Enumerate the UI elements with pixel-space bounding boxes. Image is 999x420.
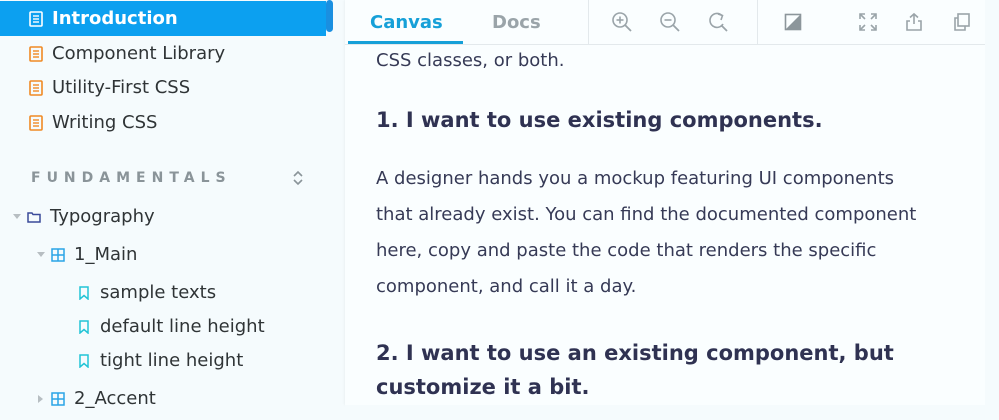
reset-zoom-icon[interactable] xyxy=(701,5,735,39)
sidebar-item-component-library[interactable]: Component Library xyxy=(0,36,225,71)
preview-panel: Canvas Docs CSS classes, or both. 1. I w… xyxy=(345,0,985,405)
zoom-in-icon[interactable] xyxy=(605,5,639,39)
right-gutter xyxy=(985,0,999,420)
expand-collapse-icon[interactable] xyxy=(289,167,307,189)
tree-item-label: Typography xyxy=(50,206,155,227)
paragraph-line: that already exist. You can find the doc… xyxy=(376,204,917,225)
folder-icon xyxy=(26,208,42,226)
sidebar-item-utility-first-css[interactable]: Utility-First CSS xyxy=(0,70,190,105)
paragraph-tail: CSS classes, or both. xyxy=(376,50,565,71)
document-icon xyxy=(28,114,44,132)
story-item-label: default line height xyxy=(100,316,265,337)
bookmark-icon xyxy=(76,318,92,336)
toolbar-divider xyxy=(757,0,758,44)
caret-down-icon xyxy=(36,246,46,264)
paragraph-existing-components: A designer hands you a mockup featuring … xyxy=(376,161,986,305)
bookmark-icon xyxy=(76,284,92,302)
section-title-fundamentals: FUNDAMENTALS xyxy=(31,170,232,186)
background-icon[interactable] xyxy=(776,5,810,39)
story-item-label: tight line height xyxy=(100,350,244,371)
component-icon xyxy=(50,390,66,408)
share-icon[interactable] xyxy=(897,5,931,39)
sidebar-item-writing-css[interactable]: Writing CSS xyxy=(0,105,157,140)
paragraph-line: A designer hands you a mockup featuring … xyxy=(376,168,895,189)
tree-item-label: 2_Accent xyxy=(74,388,156,409)
sidebar-item-label: Component Library xyxy=(52,43,226,64)
story-item-tight-line-height[interactable]: tight line height xyxy=(0,343,243,378)
bookmark-icon xyxy=(76,352,92,370)
tree-item-1-main[interactable]: 1_Main xyxy=(0,237,137,272)
zoom-out-icon[interactable] xyxy=(653,5,687,39)
sidebar-scrollbar[interactable] xyxy=(326,0,333,32)
toolbar: Canvas Docs xyxy=(345,0,985,45)
sidebar-item-label: Introduction xyxy=(52,8,178,29)
story-item-label: sample texts xyxy=(100,282,217,303)
toolbar-divider xyxy=(588,0,589,44)
heading-line: 2. I want to use an existing component, … xyxy=(376,341,894,365)
sidebar-item-label: Utility-First CSS xyxy=(52,77,191,98)
story-item-default-line-height[interactable]: default line height xyxy=(0,309,265,344)
paragraph-line: here, copy and paste the code that rende… xyxy=(376,240,877,261)
sidebar-item-introduction[interactable]: Introduction xyxy=(0,1,326,36)
panel-bottom-gap xyxy=(345,405,985,420)
heading-existing-components: 1. I want to use existing components. xyxy=(376,108,823,132)
component-icon xyxy=(50,246,66,264)
tree-item-typography[interactable]: Typography xyxy=(0,199,155,234)
document-icon xyxy=(28,45,44,63)
heading-customize-component: 2. I want to use an existing component, … xyxy=(376,336,976,404)
tree-item-label: 1_Main xyxy=(74,244,138,265)
caret-down-icon xyxy=(12,208,22,226)
fullscreen-icon[interactable] xyxy=(851,5,885,39)
copy-icon[interactable] xyxy=(945,5,979,39)
tree-item-2-accent[interactable]: 2_Accent xyxy=(0,381,156,416)
tab-canvas[interactable]: Canvas xyxy=(370,0,443,44)
heading-line: customize it a bit. xyxy=(376,375,590,399)
paragraph-line: component, and call it a day. xyxy=(376,276,637,297)
tab-docs[interactable]: Docs xyxy=(492,0,541,44)
sidebar-item-label: Writing CSS xyxy=(52,112,158,133)
document-icon xyxy=(28,10,44,28)
sidebar: Introduction Component Library Utility-F… xyxy=(0,0,344,420)
caret-right-icon xyxy=(36,390,46,408)
story-item-sample-texts[interactable]: sample texts xyxy=(0,275,216,310)
document-icon xyxy=(28,79,44,97)
